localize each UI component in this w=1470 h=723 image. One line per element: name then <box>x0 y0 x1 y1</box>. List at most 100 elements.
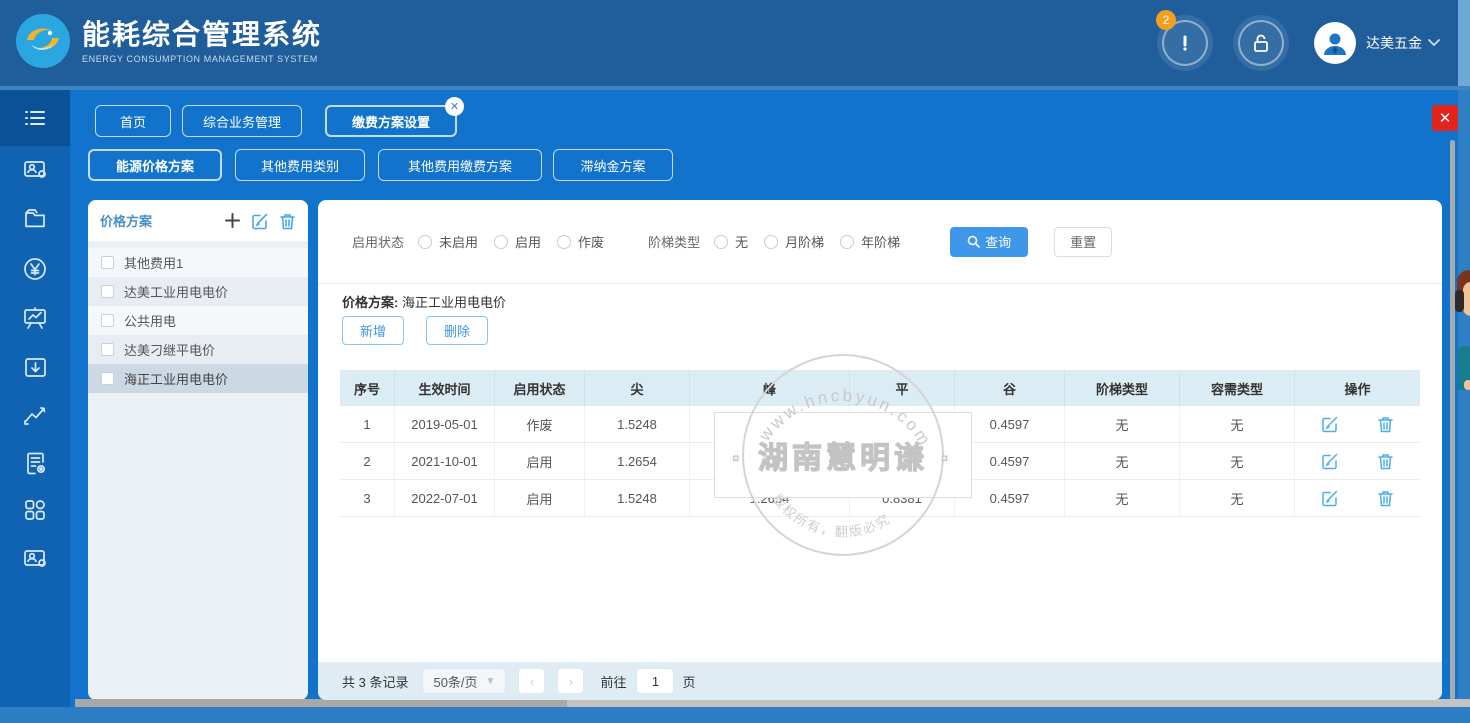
headset-icon <box>1455 290 1464 312</box>
column-header: 序号 <box>340 370 395 406</box>
username: 达美五金 <box>1366 33 1422 53</box>
edit-icon[interactable] <box>1321 452 1339 470</box>
notification-button[interactable]: 2 <box>1162 20 1208 66</box>
search-button-label: 查询 <box>985 232 1011 251</box>
radio-status-enabled[interactable]: 启用 <box>494 232 541 251</box>
page-size-select[interactable]: 50条/页 ▼ <box>422 668 506 694</box>
current-scheme: 价格方案: 海正工业用电电价 <box>342 292 506 311</box>
edit-icon[interactable] <box>1321 489 1339 507</box>
sidebar-item-menu[interactable] <box>0 90 70 146</box>
presentation-chart-icon <box>21 304 49 332</box>
column-header: 尖 <box>585 370 690 406</box>
tab-business-label: 综合业务管理 <box>203 112 281 131</box>
vertical-scrollbar[interactable] <box>1450 140 1455 700</box>
folder-download-icon <box>22 354 49 381</box>
prev-page-button[interactable]: ‹ <box>518 668 545 694</box>
sidebar-item-billing[interactable] <box>0 245 70 293</box>
add-icon[interactable] <box>224 212 241 229</box>
line-chart-icon <box>21 401 49 429</box>
radio-status-not-enabled[interactable]: 未启用 <box>418 232 478 251</box>
next-page-button[interactable]: › <box>557 668 584 694</box>
cell-ladder-type: 无 <box>1065 443 1180 480</box>
radio-icon <box>418 235 432 249</box>
subtab-other-fee-payment-scheme[interactable]: 其他费用缴费方案 <box>378 149 542 181</box>
column-header: 生效时间 <box>395 370 495 406</box>
price-scheme-item[interactable]: 达美工业用电电价 <box>88 277 308 306</box>
cell-status: 启用 <box>495 443 585 480</box>
price-scheme-item[interactable]: 其他费用1 <box>88 248 308 277</box>
radio-icon <box>494 235 508 249</box>
bottom-strip <box>0 707 1470 723</box>
cell-capacity-type: 无 <box>1180 443 1295 480</box>
cell-effective-date: 2019-05-01 <box>395 406 495 443</box>
cell-status: 启用 <box>495 480 585 517</box>
cell-sharp: 1.2654 <box>585 443 690 480</box>
subtab-other-fee-category[interactable]: 其他费用类别 <box>235 149 365 181</box>
price-scheme-label: 公共用电 <box>124 311 176 330</box>
radio-ladder-monthly[interactable]: 月阶梯 <box>764 232 824 251</box>
notification-badge: 2 <box>1156 10 1176 30</box>
search-button[interactable]: 查询 <box>950 227 1028 257</box>
checkbox[interactable] <box>101 256 114 269</box>
mascot-hand <box>1464 380 1470 390</box>
subtab-late-fee-scheme[interactable]: 滞纳金方案 <box>553 149 673 181</box>
column-header: 启用状态 <box>495 370 585 406</box>
checkbox[interactable] <box>101 285 114 298</box>
chevron-down-icon: ▼ <box>486 676 496 687</box>
sidebar-item-import[interactable] <box>0 343 70 391</box>
checkbox[interactable] <box>101 372 114 385</box>
radio-ladder-yearly[interactable]: 年阶梯 <box>840 232 900 251</box>
sidebar-item-user-admin[interactable] <box>0 145 70 193</box>
tab-home[interactable]: 首页 <box>95 105 171 137</box>
price-scheme-item-selected[interactable]: 海正工业用电电价 <box>88 364 308 393</box>
mascot-avatar[interactable] <box>1455 268 1470 398</box>
chevron-down-icon[interactable] <box>1428 39 1440 47</box>
price-scheme-label: 海正工业用电电价 <box>124 369 228 388</box>
sidebar-item-report-config[interactable] <box>0 439 70 487</box>
delete-button-label: 删除 <box>444 321 470 340</box>
tab-close-badge-icon[interactable]: ✕ <box>445 97 464 116</box>
delete-icon[interactable] <box>1377 452 1394 470</box>
scheme-value: 海正工业用电电价 <box>402 295 506 310</box>
search-icon <box>967 235 980 248</box>
close-tab-button[interactable]: ✕ <box>1432 105 1458 131</box>
subtab-label: 滞纳金方案 <box>580 156 645 175</box>
column-header: 操作 <box>1295 370 1420 406</box>
sidebar-item-files[interactable] <box>0 194 70 242</box>
tab-business-management[interactable]: 综合业务管理 <box>182 105 302 137</box>
edit-icon[interactable] <box>251 212 269 230</box>
record-count: 共 3 条记录 <box>342 672 408 691</box>
radio-status-voided[interactable]: 作废 <box>557 232 604 251</box>
avatar[interactable] <box>1314 22 1356 64</box>
page-number-input[interactable] <box>636 668 674 694</box>
checkbox[interactable] <box>101 343 114 356</box>
add-button-label: 新增 <box>360 321 386 340</box>
radio-ladder-none[interactable]: 无 <box>714 232 748 251</box>
sidebar-item-apps[interactable] <box>0 486 70 534</box>
subtab-energy-price-scheme[interactable]: 能源价格方案 <box>88 149 222 181</box>
lock-icon <box>1250 32 1272 54</box>
delete-button[interactable]: 删除 <box>426 316 488 345</box>
tab-payment-scheme-settings[interactable]: 缴费方案设置 ✕ <box>325 105 457 137</box>
sidebar-item-analytics[interactable] <box>0 391 70 439</box>
add-button[interactable]: 新增 <box>342 316 404 345</box>
price-scheme-item[interactable]: 达美刁继平电价 <box>88 335 308 364</box>
sidebar-item-monitor[interactable] <box>0 294 70 342</box>
ladder-filter-label: 阶梯类型 <box>648 232 700 251</box>
horizontal-scrollbar[interactable] <box>75 699 1470 707</box>
yen-circle-icon <box>21 255 49 283</box>
sidebar-item-account-admin[interactable] <box>0 534 70 582</box>
column-header: 容需类型 <box>1180 370 1295 406</box>
delete-icon[interactable] <box>1377 415 1394 433</box>
edit-icon[interactable] <box>1321 415 1339 433</box>
lock-button[interactable] <box>1238 20 1284 66</box>
folder-icon <box>22 205 49 232</box>
delete-icon[interactable] <box>1377 489 1394 507</box>
price-scheme-item[interactable]: 公共用电 <box>88 306 308 335</box>
horizontal-scrollbar-thumb[interactable] <box>75 699 567 707</box>
reset-button[interactable]: 重置 <box>1054 227 1112 257</box>
reset-button-label: 重置 <box>1070 232 1096 251</box>
checkbox[interactable] <box>101 314 114 327</box>
subtab-label: 其他费用类别 <box>261 156 339 175</box>
delete-icon[interactable] <box>279 212 296 230</box>
